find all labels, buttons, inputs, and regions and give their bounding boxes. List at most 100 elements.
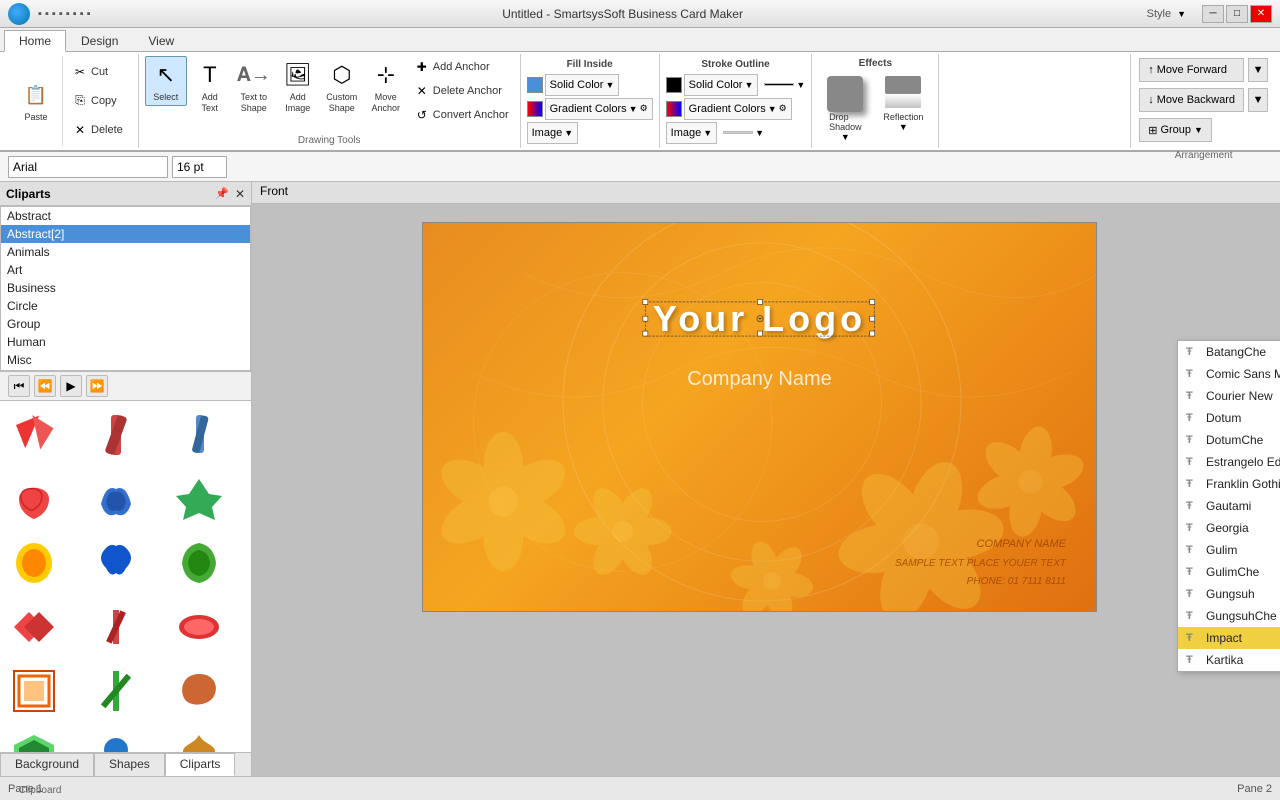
delete-anchor-button[interactable]: ✕ Delete Anchor <box>409 80 514 102</box>
font-item-gulimche[interactable]: Ŧ GulimChe <box>1178 561 1280 583</box>
clipart-item[interactable] <box>86 597 146 657</box>
clipart-item[interactable] <box>169 405 229 465</box>
custom-shape-button[interactable]: ⬡ CustomShape <box>321 56 363 117</box>
clipart-item[interactable] <box>4 469 64 529</box>
group-button[interactable]: ⊞ Group ▼ <box>1139 118 1212 142</box>
font-item-gungsuh[interactable]: Ŧ Gungsuh <box>1178 583 1280 605</box>
panel-close-button[interactable]: ✕ <box>235 187 245 201</box>
list-item[interactable]: Art <box>1 261 250 279</box>
text-to-shape-button[interactable]: 𝐀→ Text toShape <box>233 56 275 117</box>
cliparts-grid[interactable] <box>0 401 251 752</box>
font-item-comic[interactable]: Ŧ Comic Sans MS <box>1178 363 1280 385</box>
card-company-name-area[interactable]: Company Name <box>687 368 832 391</box>
stroke-gradient-label: Gradient Colors <box>689 103 766 115</box>
tab-view[interactable]: View <box>133 30 189 51</box>
player-prev-prev-button[interactable]: ⏮ <box>8 375 30 397</box>
clipart-item[interactable] <box>169 469 229 529</box>
drop-shadow-dropdown[interactable]: ▼ <box>841 132 850 142</box>
font-item-gungsuhche[interactable]: Ŧ GungsuhChe <box>1178 605 1280 627</box>
select-button[interactable]: ↖ Select <box>145 56 187 106</box>
category-listbox[interactable]: Abstract Abstract[2] Animals Art Busines… <box>0 206 251 371</box>
font-item-impact[interactable]: Ŧ Impact mf <box>1178 627 1280 649</box>
player-play-button[interactable]: ▶ <box>60 375 82 397</box>
cut-button[interactable]: ✂ Cut <box>67 61 128 83</box>
stroke-circle-dropdown[interactable]: ▼ <box>755 128 764 138</box>
fill-image-button[interactable]: Image ▼ <box>527 122 579 144</box>
clipart-item[interactable] <box>169 533 229 593</box>
font-item-courier[interactable]: Ŧ Courier New <box>1178 385 1280 407</box>
clipart-item[interactable] <box>169 597 229 657</box>
delete-button[interactable]: ✕ Delete <box>67 119 128 141</box>
card-canvas[interactable]: Your Logo <box>422 222 1097 612</box>
clipart-item[interactable] <box>4 661 64 721</box>
tab-background[interactable]: Background <box>0 753 94 776</box>
stroke-solid-color-button[interactable]: Solid Color ▼ <box>684 74 759 96</box>
list-item[interactable]: Misc <box>1 351 250 369</box>
add-anchor-button[interactable]: ✚ Add Anchor <box>409 56 514 78</box>
add-image-button[interactable]: 🖼 AddImage <box>277 56 319 117</box>
player-prev-button[interactable]: ⏪ <box>34 375 56 397</box>
reflection-dropdown[interactable]: ▼ <box>899 122 908 132</box>
player-next-button[interactable]: ⏩ <box>86 375 108 397</box>
list-item[interactable]: Abstract[2] <box>1 225 250 243</box>
fill-solid-color-button[interactable]: Solid Color ▼ <box>545 74 620 96</box>
font-item-franklin[interactable]: Ŧ Franklin Gothic Medium <box>1178 473 1280 495</box>
fill-gradient-button[interactable]: Gradient Colors ▼ ⚙ <box>545 98 653 120</box>
move-backward-dropdown[interactable]: ▼ <box>1248 88 1268 112</box>
add-text-button[interactable]: T AddText <box>189 56 231 117</box>
move-anchor-button[interactable]: ⊹ MoveAnchor <box>365 56 407 117</box>
paste-button[interactable]: 📋 Paste <box>14 76 58 126</box>
list-item[interactable]: Human <box>1 333 250 351</box>
font-item-estrangelo[interactable]: Ŧ Estrangelo Edessa <box>1178 451 1280 473</box>
clipart-item[interactable] <box>169 661 229 721</box>
copy-button[interactable]: ⎘ Copy <box>67 90 128 112</box>
clipart-item[interactable] <box>86 725 146 752</box>
drop-shadow-button[interactable]: DropShadow ▼ <box>820 73 870 145</box>
list-item[interactable]: Business <box>1 279 250 297</box>
reflection-button[interactable]: Reflection ▼ <box>876 73 930 145</box>
font-size-input[interactable] <box>172 156 227 178</box>
font-item-gautami[interactable]: Ŧ Gautami <box>1178 495 1280 517</box>
font-item-dotum[interactable]: Ŧ Dotum <box>1178 407 1280 429</box>
font-item-georgia[interactable]: Ŧ Georgia <box>1178 517 1280 539</box>
stroke-gradient-button[interactable]: Gradient Colors ▼ ⚙ <box>684 98 792 120</box>
style-dropdown-icon[interactable]: ▼ <box>1177 9 1186 19</box>
tab-design[interactable]: Design <box>66 30 133 51</box>
clipart-item[interactable] <box>86 533 146 593</box>
clipart-item[interactable] <box>4 533 64 593</box>
convert-anchor-button[interactable]: ↺ Convert Anchor <box>409 104 514 126</box>
stroke-image-button[interactable]: Image ▼ <box>666 122 718 144</box>
font-type-icon: Ŧ <box>1186 500 1200 512</box>
tab-home[interactable]: Home <box>4 30 66 52</box>
clipart-item[interactable] <box>86 469 146 529</box>
list-item[interactable]: Group <box>1 315 250 333</box>
move-backward-button[interactable]: ↓ Move Backward <box>1139 88 1244 112</box>
font-name-input[interactable] <box>8 156 168 178</box>
font-item-dotumche[interactable]: Ŧ DotumChe <box>1178 429 1280 451</box>
font-item-gulim[interactable]: Ŧ Gulim <box>1178 539 1280 561</box>
font-dropdown[interactable]: Ŧ BatangChe Ŧ Comic Sans MS Ŧ Courier Ne… <box>1177 340 1280 672</box>
close-button[interactable]: ✕ <box>1250 5 1272 23</box>
minimize-button[interactable]: ─ <box>1202 5 1224 23</box>
clipart-item[interactable] <box>86 405 146 465</box>
card-logo-area[interactable]: Your Logo <box>653 298 866 340</box>
list-item[interactable]: Animals <box>1 243 250 261</box>
clipart-item[interactable] <box>86 661 146 721</box>
move-forward-dropdown[interactable]: ▼ <box>1248 58 1268 82</box>
list-item[interactable]: Abstract <box>1 207 250 225</box>
clipart-item[interactable] <box>4 725 64 752</box>
clipart-item[interactable] <box>4 405 64 465</box>
move-forward-button[interactable]: ↑ Move Forward <box>1139 58 1244 82</box>
tab-cliparts[interactable]: Cliparts <box>165 753 236 776</box>
add-image-icon: 🖼 <box>282 59 314 91</box>
maximize-button[interactable]: □ <box>1226 5 1248 23</box>
tab-shapes[interactable]: Shapes <box>94 753 165 776</box>
clipart-item[interactable] <box>169 725 229 752</box>
stroke-width-dropdown[interactable]: ▼ <box>796 80 805 90</box>
clipart-item[interactable] <box>4 597 64 657</box>
panel-pin-icon[interactable]: 📌 <box>215 187 229 200</box>
list-item[interactable]: Circle <box>1 297 250 315</box>
font-item-batangche[interactable]: Ŧ BatangChe <box>1178 341 1280 363</box>
font-item-label: DotumChe <box>1206 433 1263 447</box>
font-item-kartika[interactable]: Ŧ Kartika <box>1178 649 1280 671</box>
